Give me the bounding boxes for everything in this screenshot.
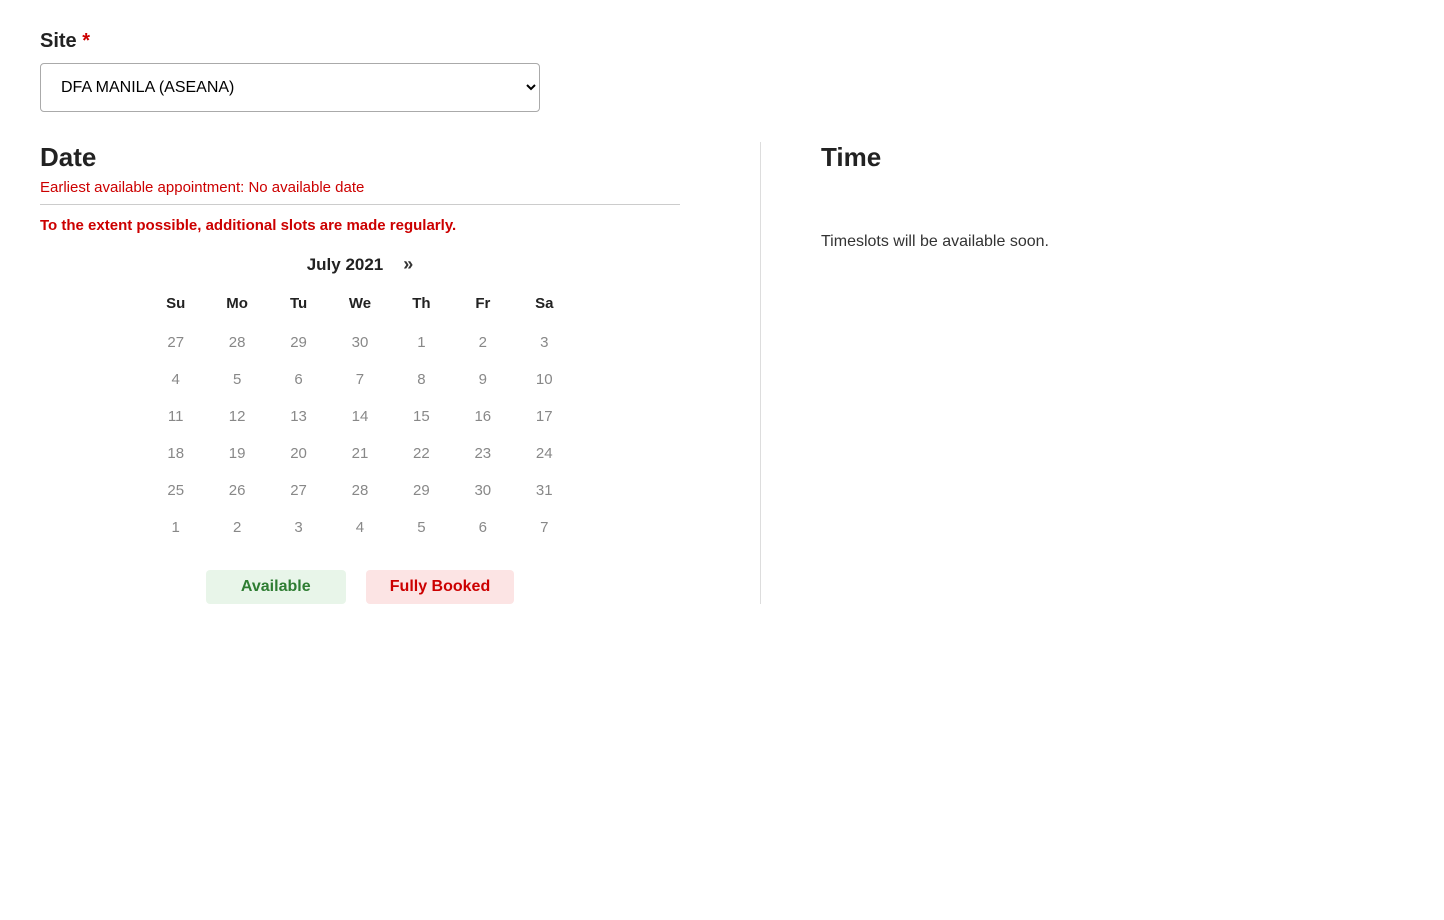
- calendar-day[interactable]: 5: [206, 361, 267, 398]
- calendar-month-title: July 2021: [307, 255, 384, 275]
- calendar-day[interactable]: 6: [452, 509, 513, 546]
- calendar-day[interactable]: 31: [514, 472, 575, 509]
- calendar-day[interactable]: 28: [206, 324, 267, 361]
- calendar-day[interactable]: 19: [206, 435, 267, 472]
- calendar-week-row: 25262728293031: [145, 472, 575, 509]
- site-label-text: Site: [40, 30, 77, 52]
- slots-notice: To the extent possible, additional slots…: [40, 217, 680, 234]
- date-section: Date Earliest available appointment: No …: [40, 142, 680, 604]
- day-header-we: We: [329, 287, 390, 324]
- calendar-day[interactable]: 28: [329, 472, 390, 509]
- day-header-fr: Fr: [452, 287, 513, 324]
- calendar-day[interactable]: 1: [391, 324, 452, 361]
- calendar-grid: Su Mo Tu We Th Fr Sa 2728293012345678910…: [145, 287, 575, 546]
- calendar-day[interactable]: 4: [329, 509, 390, 546]
- calendar-day[interactable]: 27: [145, 324, 206, 361]
- calendar-next-nav[interactable]: »: [403, 254, 413, 275]
- legend-available: Available: [206, 570, 346, 604]
- calendar-day[interactable]: 20: [268, 435, 329, 472]
- calendar-day[interactable]: 2: [206, 509, 267, 546]
- site-select[interactable]: DFA MANILA (ASEANA) DFA MANILA (ASEANA) …: [40, 63, 540, 112]
- calendar-day[interactable]: 30: [329, 324, 390, 361]
- time-notice: Timeslots will be available soon.: [821, 233, 1404, 251]
- calendar-day[interactable]: 11: [145, 398, 206, 435]
- calendar-week-row: 45678910: [145, 361, 575, 398]
- calendar-day[interactable]: 25: [145, 472, 206, 509]
- calendar-day[interactable]: 2: [452, 324, 513, 361]
- main-layout: Date Earliest available appointment: No …: [40, 142, 1404, 604]
- calendar-day[interactable]: 27: [268, 472, 329, 509]
- legend-booked: Fully Booked: [366, 570, 514, 604]
- earliest-notice: Earliest available appointment: No avail…: [40, 179, 680, 196]
- time-section: Time Timeslots will be available soon.: [760, 142, 1404, 604]
- legend-booked-label: Fully Booked: [390, 578, 490, 596]
- calendar-header: July 2021 »: [145, 254, 575, 275]
- calendar-day[interactable]: 7: [514, 509, 575, 546]
- site-label: Site *: [40, 30, 1404, 53]
- calendar-day[interactable]: 3: [514, 324, 575, 361]
- calendar-day[interactable]: 16: [452, 398, 513, 435]
- calendar-day[interactable]: 1: [145, 509, 206, 546]
- calendar-day[interactable]: 4: [145, 361, 206, 398]
- calendar: July 2021 » Su Mo Tu We Th Fr Sa 2728: [145, 254, 575, 546]
- day-header-tu: Tu: [268, 287, 329, 324]
- calendar-day[interactable]: 3: [268, 509, 329, 546]
- legend: Available Fully Booked: [40, 570, 680, 604]
- calendar-day[interactable]: 30: [452, 472, 513, 509]
- calendar-weekday-header-row: Su Mo Tu We Th Fr Sa: [145, 287, 575, 324]
- calendar-day[interactable]: 8: [391, 361, 452, 398]
- calendar-day[interactable]: 22: [391, 435, 452, 472]
- calendar-day[interactable]: 29: [391, 472, 452, 509]
- calendar-week-row: 11121314151617: [145, 398, 575, 435]
- calendar-body: 2728293012345678910111213141516171819202…: [145, 324, 575, 546]
- calendar-day[interactable]: 24: [514, 435, 575, 472]
- legend-available-label: Available: [241, 578, 311, 596]
- time-title: Time: [821, 142, 1404, 173]
- calendar-day[interactable]: 18: [145, 435, 206, 472]
- calendar-week-row: 1234567: [145, 509, 575, 546]
- calendar-day[interactable]: 15: [391, 398, 452, 435]
- day-header-th: Th: [391, 287, 452, 324]
- calendar-week-row: 18192021222324: [145, 435, 575, 472]
- site-field: Site * DFA MANILA (ASEANA) DFA MANILA (A…: [40, 30, 1404, 112]
- calendar-week-row: 27282930123: [145, 324, 575, 361]
- day-header-su: Su: [145, 287, 206, 324]
- calendar-day[interactable]: 23: [452, 435, 513, 472]
- calendar-day[interactable]: 12: [206, 398, 267, 435]
- calendar-day[interactable]: 14: [329, 398, 390, 435]
- calendar-day[interactable]: 6: [268, 361, 329, 398]
- calendar-day[interactable]: 5: [391, 509, 452, 546]
- calendar-day[interactable]: 7: [329, 361, 390, 398]
- day-header-sa: Sa: [514, 287, 575, 324]
- date-title: Date: [40, 142, 680, 173]
- calendar-day[interactable]: 21: [329, 435, 390, 472]
- calendar-day[interactable]: 9: [452, 361, 513, 398]
- calendar-day[interactable]: 13: [268, 398, 329, 435]
- calendar-day[interactable]: 26: [206, 472, 267, 509]
- calendar-day[interactable]: 10: [514, 361, 575, 398]
- day-header-mo: Mo: [206, 287, 267, 324]
- date-divider: [40, 204, 680, 205]
- calendar-day[interactable]: 17: [514, 398, 575, 435]
- required-marker: *: [82, 30, 90, 52]
- calendar-day[interactable]: 29: [268, 324, 329, 361]
